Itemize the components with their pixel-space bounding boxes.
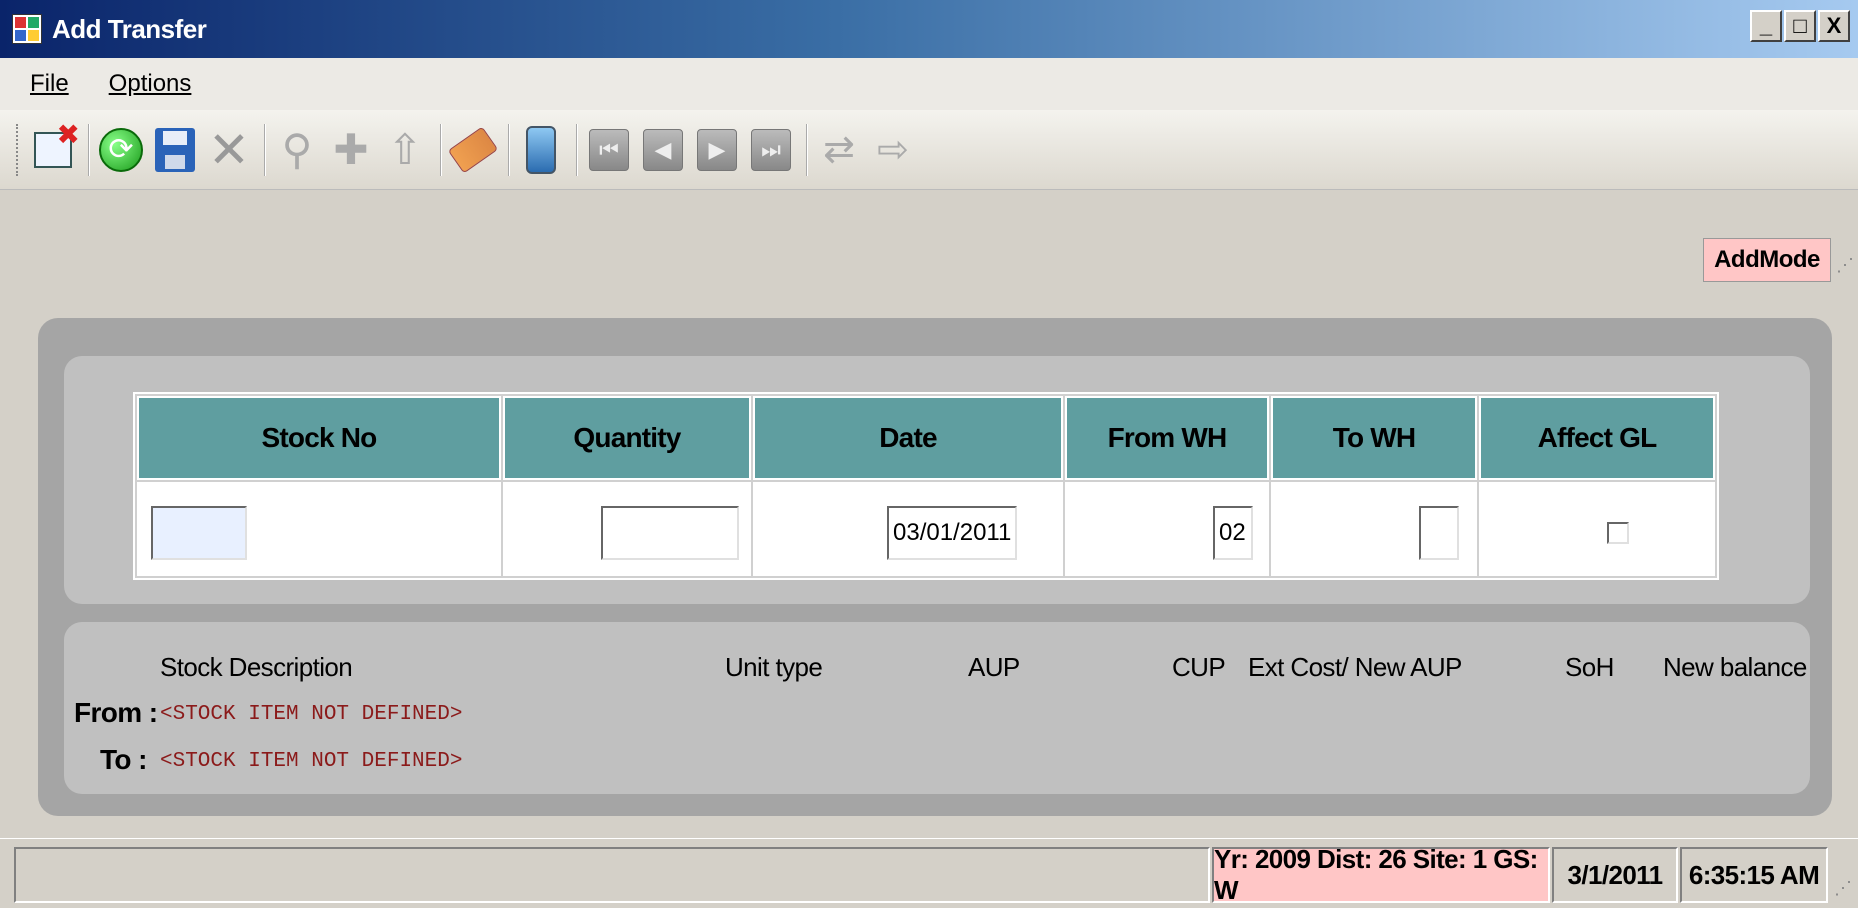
transfer-icon: ⇄ [823,129,855,171]
from-stock-description: <STOCK ITEM NOT DEFINED> [160,703,463,726]
export-button[interactable]: ⇨ [868,123,918,177]
title-bar: Add Transfer _ □ X [0,0,1858,58]
to-row-label: To : [100,744,147,775]
quantity-input[interactable] [601,506,739,560]
column-header-stock-no[interactable]: Stock No [137,396,501,480]
aup-label: AUP [968,652,1020,682]
first-record-icon: ⏮ [589,128,629,171]
toolbar-separator [508,123,510,176]
to-wh-input[interactable] [1419,506,1459,560]
delete-icon: ✕ [208,121,250,178]
size-grip-icon[interactable]: ⋰ [1834,879,1852,897]
device-button[interactable] [516,123,566,177]
device-icon [526,125,556,174]
new-window-icon [34,118,80,168]
maximize-button[interactable]: □ [1784,10,1816,42]
eraser-button[interactable] [447,123,499,177]
close-button[interactable]: X [1818,10,1850,42]
quantity-cell [503,482,751,576]
app-icon[interactable] [12,14,42,44]
date-cell [753,482,1063,576]
stock-no-cell [137,482,501,576]
transfer-grid: Stock No Quantity Date From WH To WH Aff… [133,392,1719,580]
next-record-button[interactable]: ▶ [692,123,742,177]
toolbar-separator [576,123,578,176]
delete-button[interactable]: ✕ [204,121,254,178]
refresh-icon: ⟳ [99,127,143,172]
status-time: 6:35:15 AM [1680,847,1828,903]
column-header-affect-gl[interactable]: Affect GL [1479,396,1715,480]
status-date: 3/1/2011 [1552,847,1678,903]
add-icon: ✚ [333,126,369,173]
menu-options[interactable]: Options [109,70,192,98]
table-row [137,482,1715,576]
new-window-button[interactable] [28,118,80,177]
new-balance-label: New balance [1663,652,1807,682]
toolbar-separator [806,123,808,176]
refresh-button[interactable]: ⟳ [96,123,146,177]
to-wh-cell [1271,482,1477,576]
minimize-button[interactable]: _ [1750,10,1782,42]
column-header-date[interactable]: Date [753,396,1063,480]
unit-type-label: Unit type [725,652,823,682]
ext-cost-label: Ext Cost/ New AUP [1248,652,1462,682]
export-icon: ⇨ [877,129,909,171]
next-record-icon: ▶ [697,128,737,171]
last-record-icon: ⏭ [751,128,791,171]
save-icon [155,127,195,172]
affect-gl-cell [1479,482,1715,576]
menu-bar: File Options [0,58,1858,110]
soh-label: SoH [1565,652,1614,682]
toolbar-grip[interactable] [16,123,20,176]
column-header-to-wh[interactable]: To WH [1271,396,1477,480]
resize-grip-icon: ⋰ [1836,255,1854,275]
to-stock-description: <STOCK ITEM NOT DEFINED> [160,750,463,773]
window-title: Add Transfer [52,13,207,44]
stock-no-input[interactable] [151,506,247,560]
previous-record-icon: ◀ [643,128,683,171]
upload-icon: ⇧ [387,126,423,173]
last-record-button[interactable]: ⏭ [746,123,796,177]
date-input[interactable] [887,506,1017,560]
column-header-from-wh[interactable]: From WH [1065,396,1269,480]
toolbar: ⟳ ✕ ⚲ ✚ ⇧ ⏮ ◀ ▶ ⏭ ⇄ ⇨ [0,110,1858,190]
toolbar-separator [264,123,266,176]
find-button[interactable]: ⚲ [272,123,322,177]
status-bar: Yr: 2009 Dist: 26 Site: 1 GS: W 3/1/2011… [0,838,1858,908]
column-header-quantity[interactable]: Quantity [503,396,751,480]
save-button[interactable] [150,123,200,177]
eraser-icon [447,125,499,174]
previous-record-button[interactable]: ◀ [638,123,688,177]
transfer-button[interactable]: ⇄ [814,123,864,177]
stock-description-label: Stock Description [160,652,353,682]
first-record-button[interactable]: ⏮ [584,123,634,177]
affect-gl-checkbox[interactable] [1607,522,1629,544]
from-row-label: From : [74,697,158,728]
find-icon: ⚲ [281,126,313,173]
toolbar-separator [88,123,90,176]
mode-badge: AddMode [1703,238,1831,282]
status-context: Yr: 2009 Dist: 26 Site: 1 GS: W [1212,844,1550,905]
upload-button[interactable]: ⇧ [380,123,430,177]
from-wh-input[interactable] [1213,506,1253,560]
cup-label: CUP [1172,652,1226,682]
add-button[interactable]: ✚ [326,123,376,177]
from-wh-cell [1065,482,1269,576]
status-message-panel [14,847,1210,903]
menu-file[interactable]: File [30,70,69,98]
toolbar-separator [440,123,442,176]
